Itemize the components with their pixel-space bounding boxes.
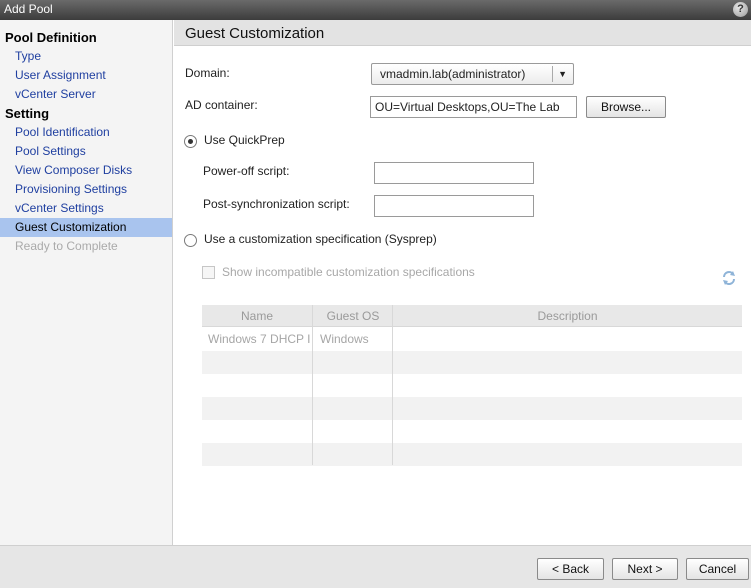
cell-guest-os: Windows [320, 332, 369, 346]
poweroff-script-field[interactable] [374, 162, 534, 184]
table-row-empty [202, 420, 742, 443]
postsync-script-field[interactable] [374, 195, 534, 217]
sysprep-label: Use a customization specification (Syspr… [204, 232, 437, 246]
select-divider [552, 66, 553, 82]
cancel-button[interactable]: Cancel [686, 558, 749, 580]
domain-label: Domain: [185, 66, 230, 80]
wizard-sidebar: Pool Definition Type User Assignment vCe… [0, 20, 173, 545]
sidebar-item-type[interactable]: Type [0, 47, 172, 66]
column-divider[interactable] [392, 305, 393, 465]
column-header-guest-os[interactable]: Guest OS [313, 305, 393, 327]
column-header-description[interactable]: Description [393, 305, 742, 327]
ad-container-label: AD container: [185, 98, 258, 112]
sidebar-section-setting: Setting [5, 106, 50, 121]
wizard-footer: < Back Next > Cancel [0, 545, 751, 588]
show-incompatible-checkbox[interactable] [202, 266, 215, 279]
sidebar-item-pool-identification[interactable]: Pool Identification [0, 123, 172, 142]
window-title: Add Pool [4, 2, 53, 16]
chevron-down-icon[interactable]: ▼ [558, 64, 567, 84]
help-icon[interactable]: ? [733, 2, 748, 17]
table-row[interactable]: Windows 7 DHCP I Windows [202, 328, 742, 351]
sidebar-item-view-composer-disks[interactable]: View Composer Disks [0, 161, 172, 180]
title-bar: Add Pool ? [0, 0, 751, 20]
postsync-script-label: Post-synchronization script: [203, 197, 350, 211]
sidebar-item-pool-settings[interactable]: Pool Settings [0, 142, 172, 161]
table-row-empty [202, 397, 742, 420]
back-button[interactable]: < Back [537, 558, 604, 580]
ad-container-field[interactable]: OU=Virtual Desktops,OU=The Lab [370, 96, 577, 118]
column-divider[interactable] [312, 305, 313, 465]
sysprep-radio[interactable] [184, 234, 197, 247]
domain-select-value: vmadmin.lab(administrator) [380, 67, 526, 81]
poweroff-script-label: Power-off script: [203, 164, 290, 178]
domain-select[interactable]: vmadmin.lab(administrator) ▼ [371, 63, 574, 85]
column-header-name[interactable]: Name [202, 305, 312, 327]
main-panel: Guest Customization Domain: vmadmin.lab(… [174, 20, 751, 545]
sidebar-item-user-assignment[interactable]: User Assignment [0, 66, 172, 85]
sidebar-item-provisioning-settings[interactable]: Provisioning Settings [0, 180, 172, 199]
quickprep-radio[interactable] [184, 135, 197, 148]
next-button[interactable]: Next > [612, 558, 678, 580]
sidebar-item-guest-customization[interactable]: Guest Customization [0, 218, 172, 237]
table-header: Name Guest OS Description [202, 305, 742, 327]
show-incompatible-label: Show incompatible customization specific… [222, 265, 475, 279]
page-title: Guest Customization [174, 20, 751, 46]
quickprep-label: Use QuickPrep [204, 133, 285, 147]
cell-name: Windows 7 DHCP I [208, 332, 311, 346]
refresh-icon[interactable] [721, 270, 737, 286]
cell-description [393, 328, 742, 351]
sidebar-section-pool-definition: Pool Definition [5, 30, 97, 45]
customization-spec-table: Windows 7 DHCP I Windows Name Guest OS D… [202, 305, 742, 466]
table-row-empty [202, 443, 742, 466]
sidebar-item-vcenter-server[interactable]: vCenter Server [0, 85, 172, 104]
table-row-empty [202, 374, 742, 397]
table-row-empty [202, 351, 742, 374]
sidebar-item-ready-to-complete: Ready to Complete [15, 239, 118, 253]
sidebar-item-vcenter-settings[interactable]: vCenter Settings [0, 199, 172, 218]
browse-button[interactable]: Browse... [586, 96, 666, 118]
